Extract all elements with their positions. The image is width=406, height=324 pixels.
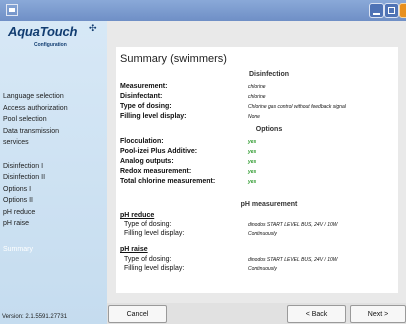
summary-value: chlorine xyxy=(248,84,266,90)
sidebar-item-data-transmission[interactable]: Data transmission xyxy=(3,126,107,138)
subsection-title-ph-reduce: pH reduce xyxy=(120,212,155,219)
summary-value: dinodos START LEVEL BUS, 24V / 10W xyxy=(248,222,338,228)
sidebar-item-summary[interactable]: Summary xyxy=(3,244,107,256)
section-heading-disinfection: Disinfection xyxy=(248,71,290,78)
cancel-button[interactable]: Cancel xyxy=(108,305,167,323)
section-heading-options: Options xyxy=(255,126,283,133)
maximize-icon[interactable] xyxy=(384,3,399,18)
summary-label: Filling level display: xyxy=(124,230,185,237)
minimize-icon[interactable] xyxy=(369,3,384,18)
summary-value: Continuously xyxy=(248,266,277,272)
logo: AquaTouch xyxy=(8,24,78,39)
page-title: Summary (swimmers) xyxy=(120,53,227,65)
logo-subtitle: Configuration xyxy=(34,42,67,48)
sidebar-item-options-ii[interactable]: Options II xyxy=(3,195,107,207)
summary-label: Measurement: xyxy=(120,83,168,90)
section-heading-ph: pH measurement xyxy=(240,201,298,208)
sidebar-item-options-i[interactable]: Options I xyxy=(3,184,107,196)
sidebar-item-disinfection-i[interactable]: Disinfection I xyxy=(3,161,107,173)
title-bar[interactable] xyxy=(0,0,406,21)
summary-value: yes xyxy=(248,159,257,165)
summary-label: Total chlorine measurement: xyxy=(120,178,216,185)
summary-label: Type of dosing: xyxy=(124,256,172,263)
back-button[interactable]: < Back xyxy=(287,305,346,323)
summary-value: None xyxy=(248,114,260,120)
summary-label: Type of dosing: xyxy=(124,221,172,228)
next-button[interactable]: Next > xyxy=(350,305,406,323)
sidebar-item-language-selection[interactable]: Language selection xyxy=(3,91,107,103)
sidebar-item-pool-selection[interactable]: Pool selection xyxy=(3,114,107,126)
app-icon xyxy=(6,4,18,16)
summary-label: Flocculation: xyxy=(120,138,164,145)
summary-label: Filling level display: xyxy=(120,113,187,120)
sidebar-item-access-authorization[interactable]: Access authorization xyxy=(3,103,107,115)
summary-label: Type of dosing: xyxy=(120,103,172,110)
summary-value: chlorine xyxy=(248,94,266,100)
version-label: Version: 2.1.5591.27731 xyxy=(2,314,68,320)
summary-value: Continuously xyxy=(248,231,277,237)
summary-value: yes xyxy=(248,139,257,145)
gear-icon: ✣ xyxy=(89,23,97,33)
summary-label: Filling level display: xyxy=(124,265,185,272)
close-icon[interactable] xyxy=(399,3,406,18)
sidebar-nav: Language selection Access authorization … xyxy=(3,91,107,255)
sidebar-item-ph-reduce[interactable]: pH reduce xyxy=(3,207,107,219)
sidebar-item-services[interactable]: services xyxy=(3,137,107,149)
summary-label: Disinfectant: xyxy=(120,93,163,100)
summary-label: Pool-izei Plus Additive: xyxy=(120,148,198,155)
sidebar-item-disinfection-ii[interactable]: Disinfection II xyxy=(3,172,107,184)
summary-label: Redox measurement: xyxy=(120,168,192,175)
summary-value: yes xyxy=(248,179,257,185)
summary-value: dinodos START LEVEL BUS, 24V / 10W xyxy=(248,257,338,263)
summary-label: Analog outputs: xyxy=(120,158,174,165)
summary-value: yes xyxy=(248,149,257,155)
summary-value: Chlorine gas control without feedback si… xyxy=(248,104,346,110)
subsection-title-ph-raise: pH raise xyxy=(120,246,148,253)
app-window: AquaTouch ✣ Configuration Language selec… xyxy=(0,0,406,324)
sidebar-item-ph-raise[interactable]: pH raise xyxy=(3,218,107,230)
summary-value: yes xyxy=(248,169,257,175)
